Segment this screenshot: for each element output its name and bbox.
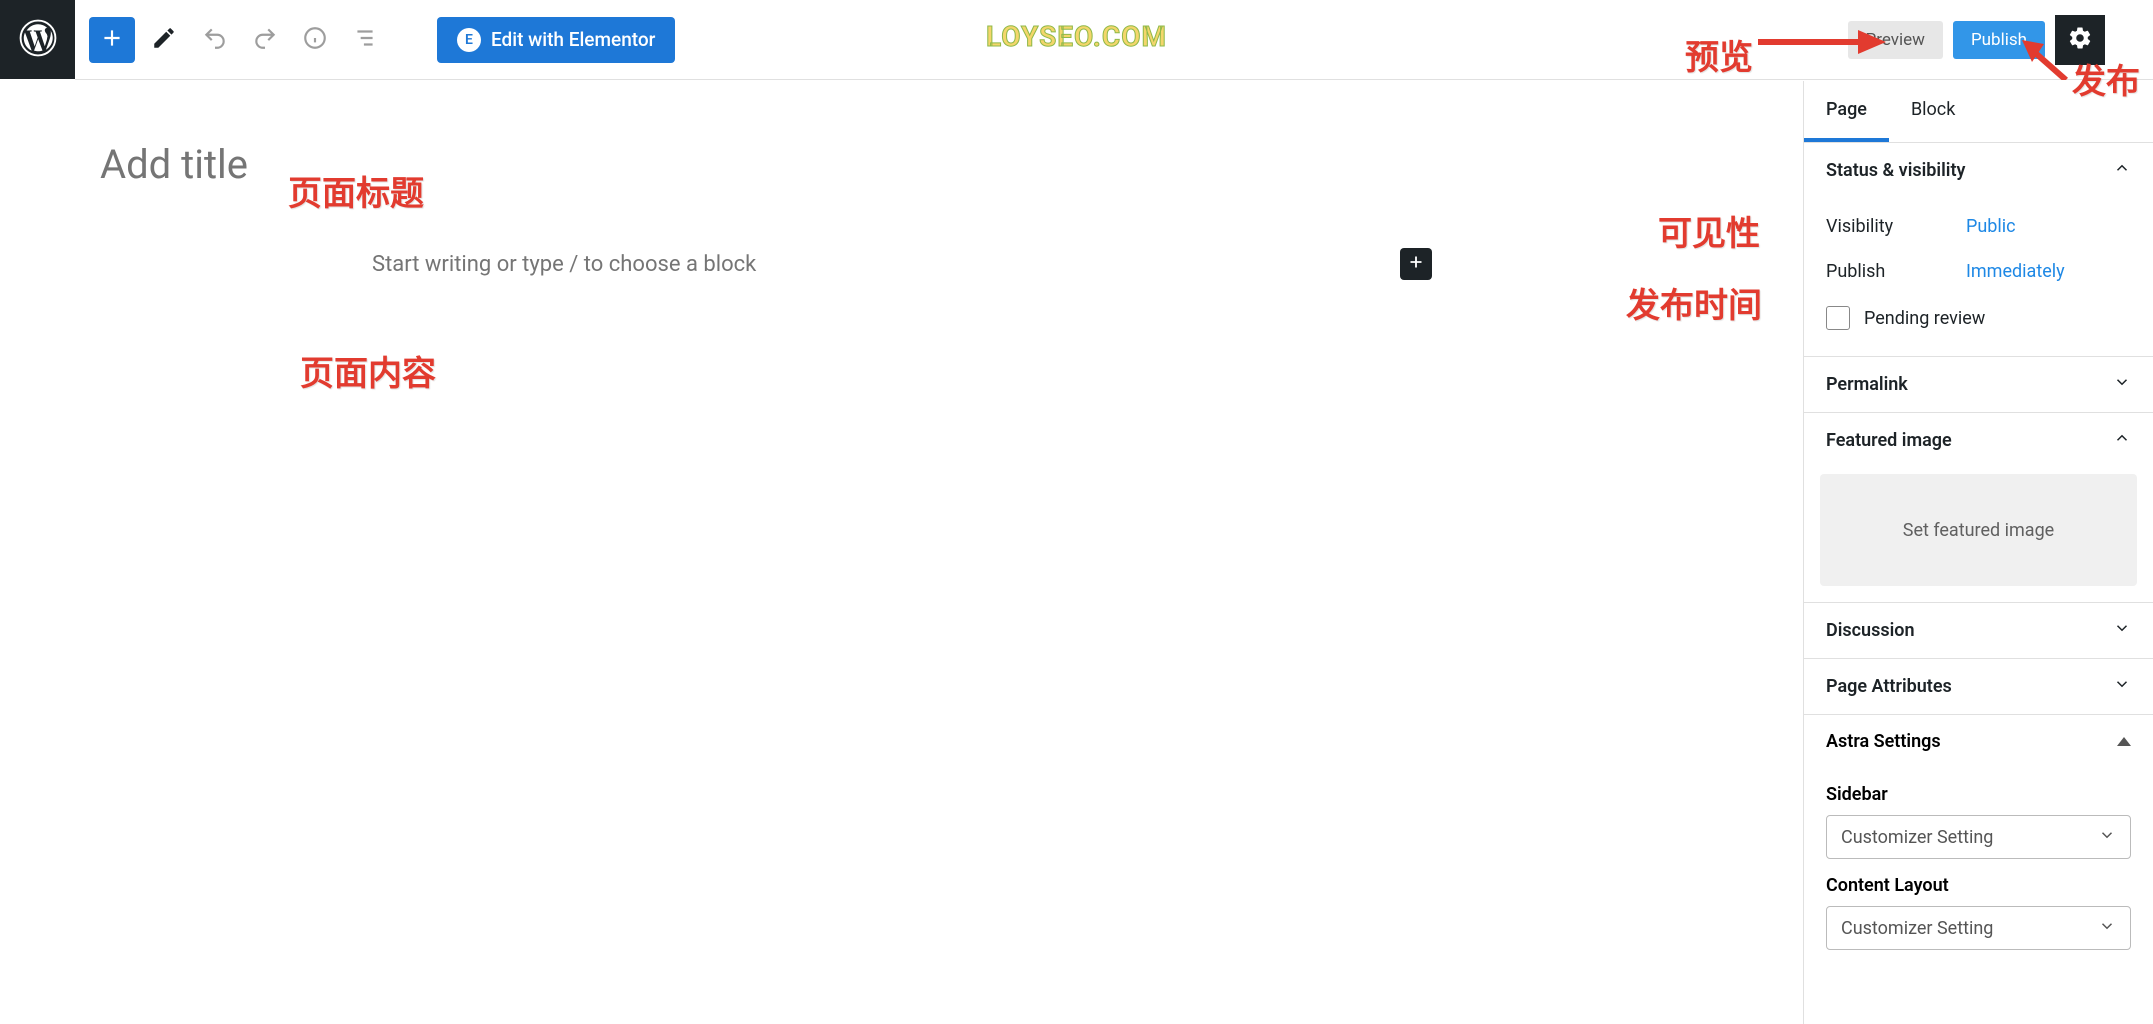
tab-block[interactable]: Block — [1889, 81, 1977, 142]
preview-button[interactable]: Preview — [1848, 21, 1943, 59]
more-options-button[interactable] — [2115, 15, 2139, 65]
chevron-up-icon — [2113, 429, 2131, 452]
content-input[interactable] — [372, 252, 1400, 277]
panel-astra-title: Astra Settings — [1826, 731, 1941, 752]
plus-icon — [1405, 251, 1427, 277]
chevron-down-icon — [2113, 619, 2131, 642]
tab-block-label: Block — [1911, 99, 1955, 120]
row-visibility: Visibility Public — [1826, 204, 2131, 249]
astra-layout-label: Content Layout — [1826, 875, 2131, 896]
elementor-label: Edit with Elementor — [491, 28, 655, 51]
panel-status: Status & visibility Visibility Public Pu… — [1804, 143, 2153, 357]
panel-astra-body: Sidebar Customizer Setting Content Layou… — [1804, 784, 2153, 950]
toolbar-right: Preview Publish — [1848, 15, 2139, 65]
panel-discussion: Discussion — [1804, 603, 2153, 659]
row-pending[interactable]: Pending review — [1826, 294, 2131, 336]
panel-discussion-title: Discussion — [1826, 620, 1915, 641]
edit-with-elementor-button[interactable]: E Edit with Elementor — [437, 17, 675, 63]
tab-page[interactable]: Page — [1804, 81, 1889, 142]
panel-featured-image: Featured image Set featured image — [1804, 413, 2153, 603]
pending-label: Pending review — [1864, 308, 1985, 329]
publish-label: Publish — [1826, 261, 1966, 282]
astra-layout-select[interactable]: Customizer Setting — [1826, 906, 2131, 950]
panel-featured-title: Featured image — [1826, 430, 1952, 451]
checkbox-icon[interactable] — [1826, 306, 1850, 330]
publish-label: Publish — [1971, 30, 2027, 50]
draw-button[interactable] — [141, 17, 187, 63]
sidebar-tabs: Page Block — [1804, 81, 2153, 143]
triangle-up-icon — [2117, 737, 2131, 746]
wordpress-icon — [19, 19, 57, 61]
panel-status-title: Status & visibility — [1826, 160, 1965, 181]
chevron-down-icon — [2098, 826, 2116, 849]
settings-button[interactable] — [2055, 15, 2105, 65]
panel-page-attributes: Page Attributes — [1804, 659, 2153, 715]
publish-value[interactable]: Immediately — [1966, 261, 2065, 282]
wordpress-logo[interactable] — [0, 0, 75, 79]
panel-attributes-title: Page Attributes — [1826, 676, 1952, 697]
panel-astra: Astra Settings Sidebar Customizer Settin… — [1804, 715, 2153, 950]
panel-status-body: Visibility Public Publish Immediately Pe… — [1804, 198, 2153, 356]
publish-button[interactable]: Publish — [1953, 21, 2045, 59]
row-publish: Publish Immediately — [1826, 249, 2131, 294]
undo-button[interactable] — [193, 18, 237, 62]
redo-button[interactable] — [243, 18, 287, 62]
redo-icon — [252, 25, 278, 55]
panel-astra-head[interactable]: Astra Settings — [1804, 715, 2153, 768]
chevron-down-icon — [2098, 917, 2116, 940]
panel-permalink-head[interactable]: Permalink — [1804, 357, 2153, 412]
list-icon — [352, 25, 378, 55]
panel-status-head[interactable]: Status & visibility — [1804, 143, 2153, 198]
astra-sidebar-value: Customizer Setting — [1841, 827, 1993, 848]
visibility-label: Visibility — [1826, 216, 1966, 237]
outline-button[interactable] — [343, 18, 387, 62]
pencil-icon — [151, 25, 177, 55]
editor-area — [0, 81, 1803, 1024]
chevron-up-icon — [2113, 159, 2131, 182]
undo-icon — [202, 25, 228, 55]
info-icon — [302, 25, 328, 55]
astra-sidebar-label: Sidebar — [1826, 784, 2131, 805]
set-featured-image-button[interactable]: Set featured image — [1820, 474, 2137, 586]
elementor-icon: E — [457, 28, 481, 52]
watermark: LOYSEO.COM — [986, 20, 1167, 53]
gear-icon — [2067, 25, 2093, 55]
add-block-inline-button[interactable] — [1400, 248, 1432, 280]
info-button[interactable] — [293, 18, 337, 62]
content-row — [372, 248, 1432, 280]
visibility-value[interactable]: Public — [1966, 216, 2016, 237]
panel-discussion-head[interactable]: Discussion — [1804, 603, 2153, 658]
panel-featured-head[interactable]: Featured image — [1804, 413, 2153, 468]
settings-sidebar: Page Block Status & visibility Visibilit… — [1803, 81, 2153, 1024]
toolbar-left: E Edit with Elementor — [89, 17, 675, 63]
plus-icon — [99, 25, 125, 55]
panel-attributes-head[interactable]: Page Attributes — [1804, 659, 2153, 714]
preview-label: Preview — [1866, 30, 1925, 50]
chevron-down-icon — [2113, 675, 2131, 698]
tab-page-label: Page — [1826, 99, 1867, 120]
astra-layout-value: Customizer Setting — [1841, 918, 1993, 939]
set-featured-image-label: Set featured image — [1903, 520, 2054, 541]
chevron-down-icon — [2113, 373, 2131, 396]
add-block-button[interactable] — [89, 17, 135, 63]
title-input[interactable] — [100, 141, 360, 188]
panel-permalink: Permalink — [1804, 357, 2153, 413]
astra-sidebar-select[interactable]: Customizer Setting — [1826, 815, 2131, 859]
panel-permalink-title: Permalink — [1826, 374, 1908, 395]
